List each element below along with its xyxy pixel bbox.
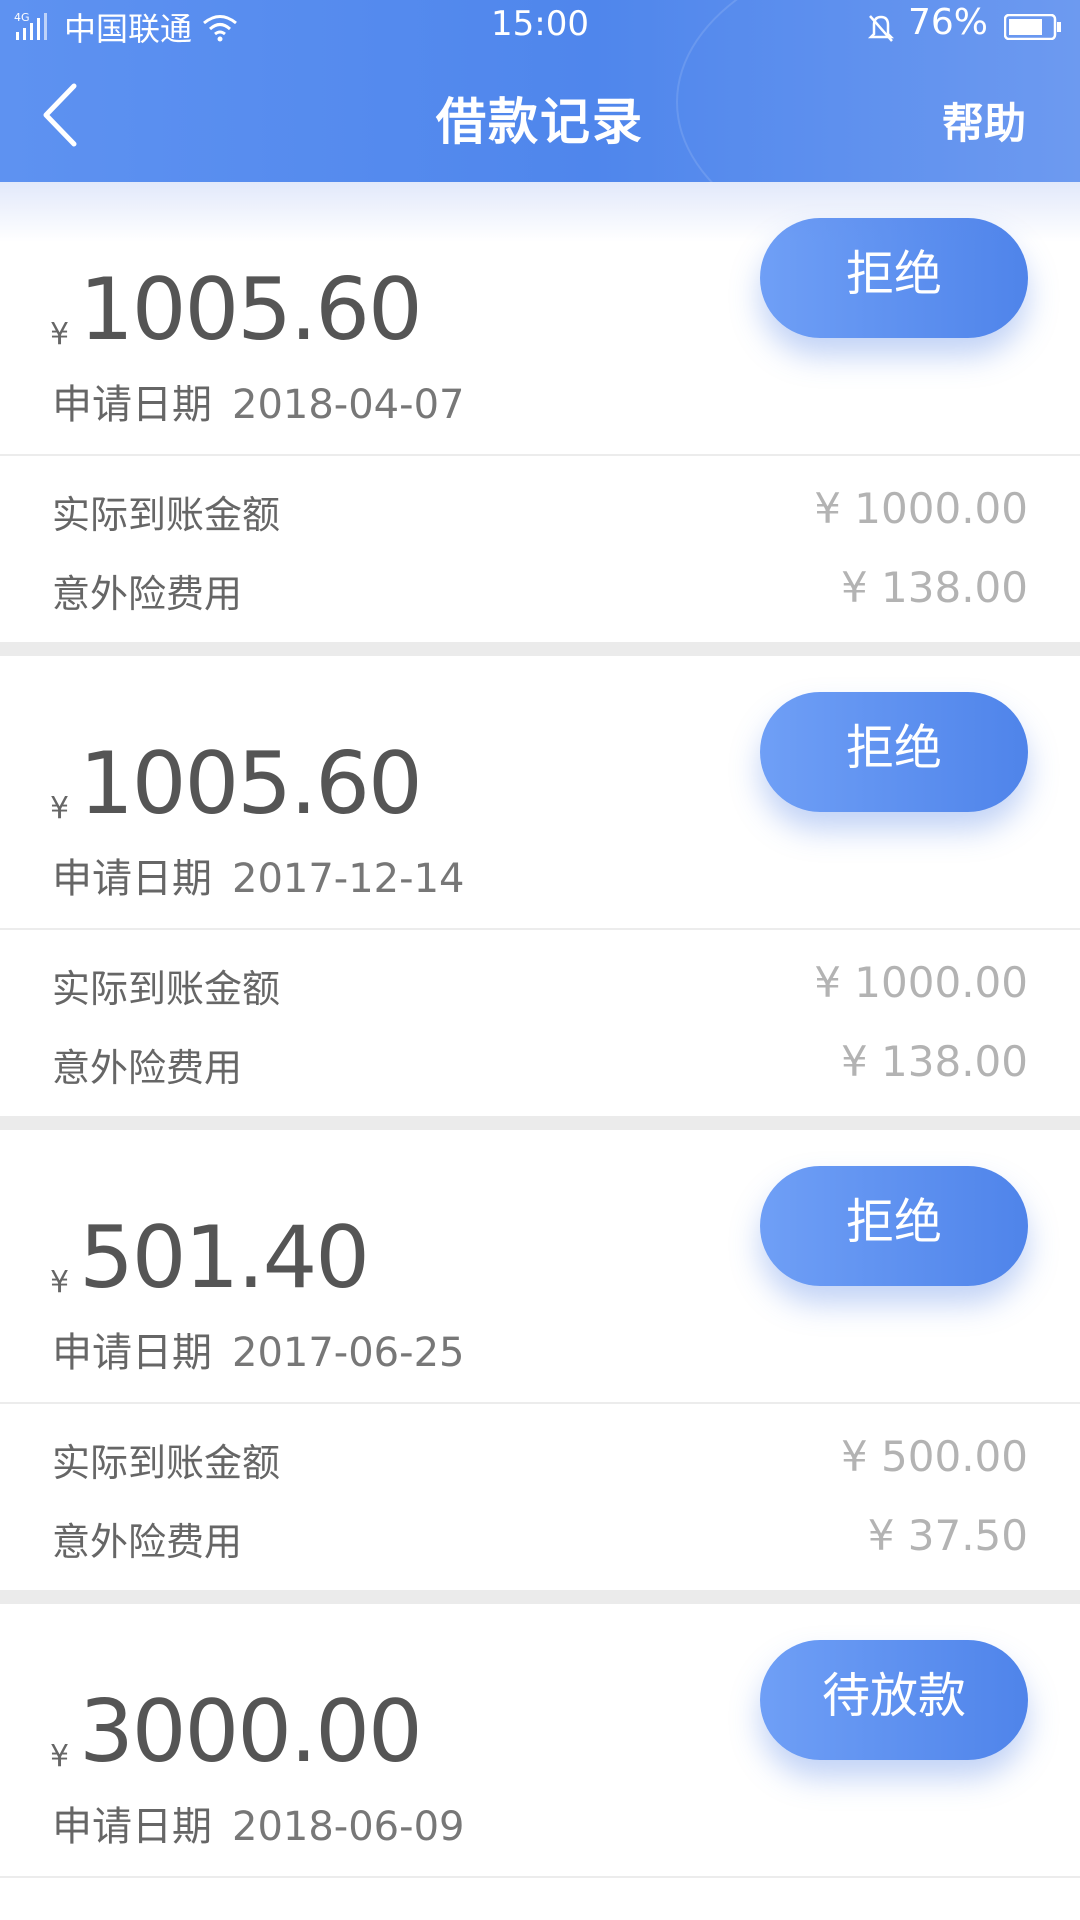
card-separator <box>0 642 1080 656</box>
currency-symbol: ¥ <box>50 1265 70 1300</box>
status-button[interactable]: 拒绝 <box>760 692 1028 812</box>
date-label: 申请日期 <box>52 382 212 428</box>
insurance-fee-value: ¥ 138.00 <box>840 1037 1028 1086</box>
amount-row: ¥501.40 <box>50 1208 370 1308</box>
currency-symbol: ¥ <box>50 1739 70 1774</box>
date-label: 申请日期 <box>52 856 212 902</box>
record-details: 实际到账金额 ¥ 1000.00 意外险费用 ¥ 138.00 <box>0 456 1080 642</box>
record-details: 实际到账金额 ¥ 500.00 意外险费用 ¥ 37.50 <box>0 1404 1080 1590</box>
record-summary: ¥3000.00 申请日期 2018-06-09 待放款 <box>0 1604 1080 1878</box>
insurance-fee-row: 意外险费用 ¥ 138.00 <box>52 563 1028 623</box>
currency-symbol: ¥ <box>50 791 70 826</box>
header-shadow <box>0 182 1080 242</box>
actual-amount-value: ¥ 1000.00 <box>814 958 1028 1007</box>
actual-amount-value: ¥ 500.00 <box>840 1432 1028 1481</box>
date-row: 申请日期 2018-06-09 <box>52 1794 464 1852</box>
loan-record-card[interactable]: ¥1005.60 申请日期 2018-04-07 拒绝 实际到账金额 ¥ 1000… <box>0 182 1080 642</box>
insurance-fee-value: ¥ 37.50 <box>867 1511 1028 1560</box>
battery-percent: 76% <box>908 2 989 43</box>
record-summary: ¥501.40 申请日期 2017-06-25 拒绝 <box>0 1130 1080 1404</box>
application-date: 2018-04-07 <box>232 382 465 428</box>
page-title: 借款记录 <box>436 93 644 151</box>
insurance-fee-label: 意外险费用 <box>52 572 243 616</box>
insurance-fee-value: ¥ 138.00 <box>840 563 1028 612</box>
date-row: 申请日期 2017-06-25 <box>52 1320 464 1378</box>
actual-amount-label: 实际到账金额 <box>52 493 281 537</box>
loan-record-list: ¥1005.60 申请日期 2018-04-07 拒绝 实际到账金额 ¥ 1000… <box>0 182 1080 1878</box>
application-date: 2017-12-14 <box>232 856 465 902</box>
card-separator <box>0 1590 1080 1604</box>
date-row: 申请日期 2018-04-07 <box>52 372 464 430</box>
amount-row: ¥1005.60 <box>50 260 423 360</box>
loan-amount: 1005.60 <box>79 260 423 360</box>
amount-row: ¥1005.60 <box>50 734 423 834</box>
currency-symbol: ¥ <box>50 317 70 352</box>
record-summary: ¥1005.60 申请日期 2017-12-14 拒绝 <box>0 656 1080 930</box>
loan-amount: 1005.60 <box>79 734 423 834</box>
status-bar: 4G 中国联通 15:00 76% <box>0 0 1080 50</box>
bell-muted-icon <box>867 15 895 42</box>
actual-amount-label: 实际到账金额 <box>52 967 281 1011</box>
app-header: 4G 中国联通 15:00 76% 借款记录 帮助 <box>0 0 1080 182</box>
application-date: 2017-06-25 <box>232 1330 465 1376</box>
insurance-fee-label: 意外险费用 <box>52 1046 243 1090</box>
status-button[interactable]: 拒绝 <box>760 1166 1028 1286</box>
insurance-fee-row: 意外险费用 ¥ 37.50 <box>52 1511 1028 1571</box>
status-button[interactable]: 待放款 <box>760 1640 1028 1760</box>
actual-amount-row: 实际到账金额 ¥ 1000.00 <box>52 484 1028 544</box>
date-row: 申请日期 2017-12-14 <box>52 846 464 904</box>
loan-amount: 3000.00 <box>79 1682 423 1782</box>
status-time: 15:00 <box>491 4 589 44</box>
help-button[interactable]: 帮助 <box>942 90 1026 151</box>
battery-icon <box>1004 14 1061 40</box>
amount-row: ¥3000.00 <box>50 1682 423 1782</box>
insurance-fee-label: 意外险费用 <box>52 1520 243 1564</box>
date-label: 申请日期 <box>52 1330 212 1376</box>
date-label: 申请日期 <box>52 1804 212 1850</box>
application-date: 2018-06-09 <box>232 1804 465 1850</box>
actual-amount-value: ¥ 1000.00 <box>814 484 1028 533</box>
actual-amount-row: 实际到账金额 ¥ 1000.00 <box>52 958 1028 1018</box>
actual-amount-row: 实际到账金额 ¥ 500.00 <box>52 1432 1028 1492</box>
insurance-fee-row: 意外险费用 ¥ 138.00 <box>52 1037 1028 1097</box>
loan-record-card[interactable]: ¥1005.60 申请日期 2017-12-14 拒绝 实际到账金额 ¥ 1000… <box>0 656 1080 1116</box>
loan-amount: 501.40 <box>79 1208 370 1308</box>
record-details: 实际到账金额 ¥ 1000.00 意外险费用 ¥ 138.00 <box>0 930 1080 1116</box>
card-separator <box>0 1116 1080 1130</box>
actual-amount-label: 实际到账金额 <box>52 1441 281 1485</box>
loan-record-card[interactable]: ¥501.40 申请日期 2017-06-25 拒绝 实际到账金额 ¥ 500.0… <box>0 1130 1080 1590</box>
loan-record-card[interactable]: ¥3000.00 申请日期 2018-06-09 待放款 <box>0 1604 1080 1878</box>
